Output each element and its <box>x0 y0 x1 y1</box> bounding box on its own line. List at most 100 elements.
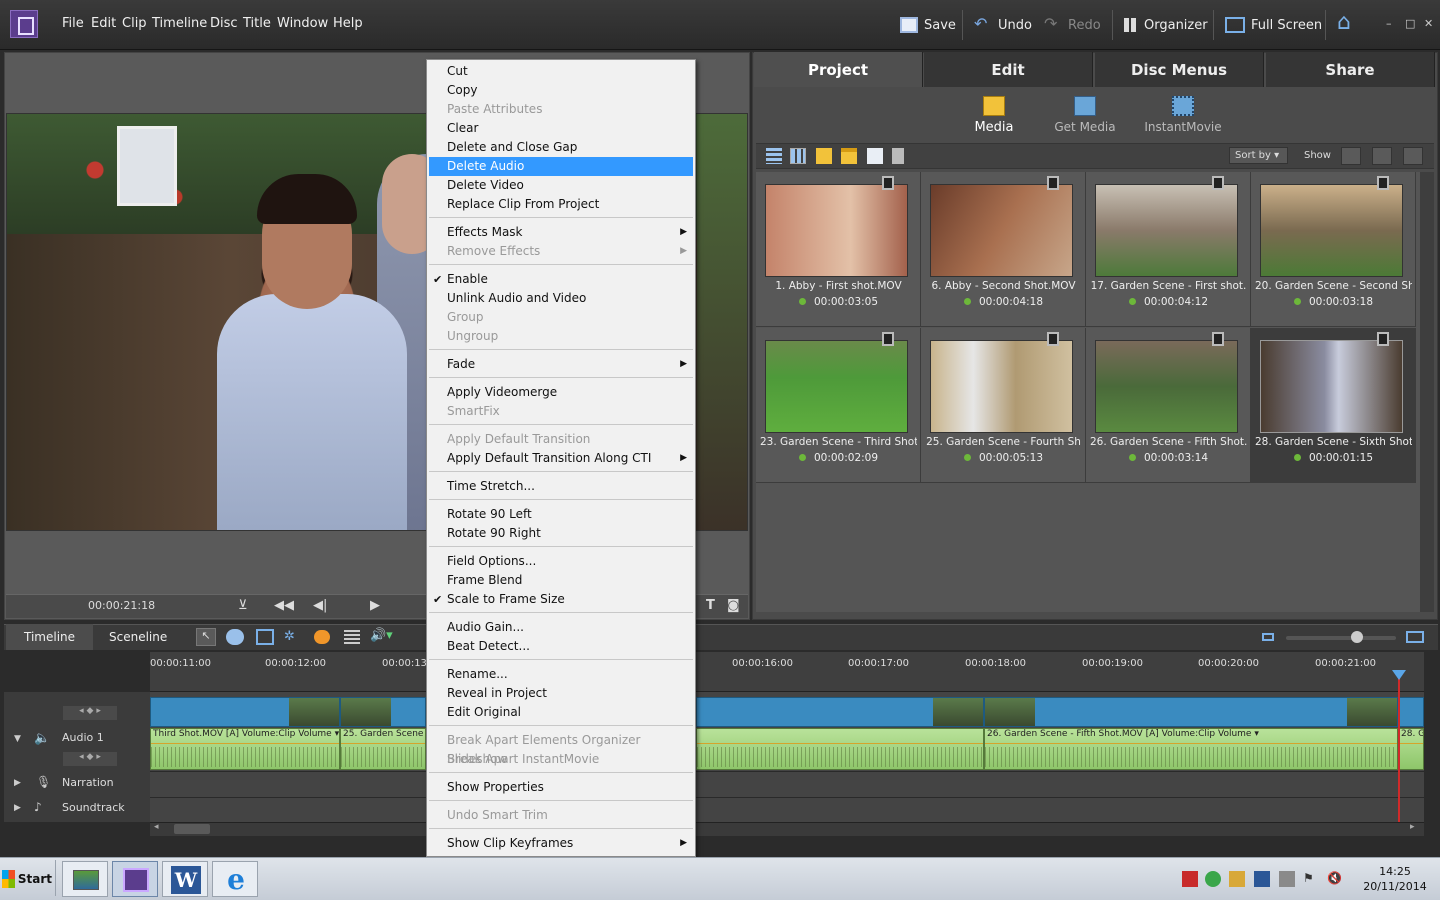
taskbar-app-internet-explorer[interactable]: e <box>212 861 258 897</box>
security-tray-icon[interactable] <box>1205 871 1221 887</box>
icon-view-icon[interactable] <box>790 148 806 164</box>
menu-delete-close-gap[interactable]: Delete and Close Gap <box>429 138 693 157</box>
menu-reveal-in-project[interactable]: Reveal in Project <box>429 684 693 703</box>
video-clip[interactable] <box>696 697 984 727</box>
timeline-scroll-thumb[interactable] <box>174 824 210 834</box>
menu-frame-blend[interactable]: Frame Blend <box>429 571 693 590</box>
audio-mixer-icon[interactable]: 🔊▾ <box>370 628 393 643</box>
menu-apply-default-transition-cti[interactable]: Apply Default Transition Along CTI ▶ <box>429 449 693 468</box>
menu-clear[interactable]: Clear <box>429 119 693 138</box>
tab-project[interactable]: Project <box>754 52 923 87</box>
zoom-in-icon[interactable] <box>1406 631 1424 643</box>
timeline-scrollbar[interactable] <box>150 822 1424 836</box>
zoom-slider[interactable] <box>1286 636 1396 640</box>
taskbar-app-word[interactable]: W <box>162 861 208 897</box>
media-item[interactable]: 26. Garden Scene - Fifth Shot. 00:00:03:… <box>1086 328 1251 483</box>
subtab-media[interactable]: Media <box>949 96 1039 135</box>
full-screen-button[interactable]: Full Screen <box>1225 14 1322 36</box>
start-button[interactable]: Start <box>2 862 52 896</box>
zoom-out-icon[interactable] <box>1262 633 1274 641</box>
minimize-icon[interactable]: – <box>1386 17 1392 30</box>
menu-cut[interactable]: Cut <box>429 62 693 81</box>
menu-rotate-right[interactable]: Rotate 90 Right <box>429 524 693 543</box>
smart-mix-icon[interactable] <box>314 630 330 644</box>
media-item[interactable]: 25. Garden Scene - Fourth Sh 00:00:05:13 <box>921 328 1086 483</box>
menu-clip[interactable]: Clip <box>122 16 147 31</box>
video-clip[interactable] <box>340 697 426 727</box>
menu-fade[interactable]: Fade ▶ <box>429 355 693 374</box>
network-device-tray-icon[interactable] <box>1254 871 1270 887</box>
media-item[interactable]: 23. Garden Scene - Third Shot 00:00:02:0… <box>756 328 921 483</box>
camera-snapshot-icon[interactable]: ◙ <box>727 598 740 613</box>
zoom-slider-thumb[interactable] <box>1351 631 1363 643</box>
tab-disc-menus[interactable]: Disc Menus <box>1095 52 1264 87</box>
menu-rotate-left[interactable]: Rotate 90 Left <box>429 505 693 524</box>
tab-edit[interactable]: Edit <box>924 52 1093 87</box>
audio-clip[interactable]: 28. G <box>1398 728 1424 770</box>
smartfix-icon[interactable]: ✲ <box>284 629 302 645</box>
rewind-icon[interactable]: ◀◀ <box>274 598 294 613</box>
menu-file[interactable]: File <box>62 16 84 31</box>
show-images-toggle-icon[interactable] <box>1403 147 1423 165</box>
menu-delete-video[interactable]: Delete Video <box>429 176 693 195</box>
tab-timeline[interactable]: Timeline <box>6 624 94 650</box>
system-clock[interactable]: 14:25 20/11/2014 <box>1352 864 1438 894</box>
menu-edit-original[interactable]: Edit Original <box>429 703 693 722</box>
media-item[interactable]: 6. Abby - Second Shot.MOV 00:00:04:18 <box>921 172 1086 327</box>
menu-effects-mask[interactable]: Effects Mask ▶ <box>429 223 693 242</box>
expand-track-icon[interactable]: ▶ <box>14 803 21 813</box>
acrobat-tray-icon[interactable] <box>1182 871 1198 887</box>
step-back-icon[interactable]: ◀| <box>313 598 327 613</box>
folder-up-icon[interactable] <box>816 148 832 164</box>
home-icon[interactable]: ⌂ <box>1337 12 1361 34</box>
menu-replace-clip[interactable]: Replace Clip From Project <box>429 195 693 214</box>
media-item[interactable]: 17. Garden Scene - First shot. 00:00:04:… <box>1086 172 1251 327</box>
organizer-button[interactable]: Organizer <box>1124 14 1208 36</box>
video-clip[interactable] <box>150 697 340 727</box>
menu-enable[interactable]: ✔ Enable <box>429 270 693 289</box>
show-audio-toggle-icon[interactable] <box>1372 147 1392 165</box>
new-folder-icon[interactable] <box>841 148 857 164</box>
audio-clip[interactable]: Third Shot.MOV [A] Volume:Clip Volume ▾ <box>150 728 340 770</box>
tab-sceneline[interactable]: Sceneline <box>91 624 185 650</box>
expand-track-icon[interactable]: ▶ <box>14 778 21 788</box>
display-tray-icon[interactable] <box>1279 871 1295 887</box>
redo-button[interactable]: ↷ Redo <box>1044 14 1101 36</box>
list-view-icon[interactable] <box>766 148 782 164</box>
menu-delete-audio[interactable]: Delete Audio <box>429 157 693 176</box>
monitor-timecode[interactable]: 00:00:21:18 <box>88 599 155 612</box>
media-scrollbar[interactable] <box>1420 172 1434 612</box>
menu-apply-videomerge[interactable]: Apply Videomerge <box>429 383 693 402</box>
taskbar-app-explorer[interactable] <box>62 861 108 897</box>
collapse-track-icon[interactable]: ▼ <box>14 734 21 744</box>
time-stretch-icon[interactable] <box>226 629 244 645</box>
menu-window[interactable]: Window <box>277 16 328 31</box>
scroll-left-icon[interactable]: ◂ <box>154 822 159 832</box>
save-button[interactable]: Save <box>900 14 956 36</box>
audio-clip[interactable] <box>696 728 984 770</box>
maximize-icon[interactable]: □ <box>1405 17 1415 30</box>
sort-by-dropdown[interactable]: Sort by ▾ <box>1229 147 1288 164</box>
media-item[interactable]: 1. Abby - First shot.MOV 00:00:03:05 <box>756 172 921 327</box>
menu-rename[interactable]: Rename... <box>429 665 693 684</box>
show-video-toggle-icon[interactable] <box>1341 147 1361 165</box>
menu-scale-to-frame[interactable]: ✔ Scale to Frame Size <box>429 590 693 609</box>
menu-beat-detect[interactable]: Beat Detect... <box>429 637 693 656</box>
mark-in-icon[interactable]: ⊻ <box>238 598 248 613</box>
keyframe-nav-controls[interactable]: ◂ ◆ ▸ <box>63 706 117 720</box>
subtab-get-media[interactable]: Get Media <box>1040 96 1130 134</box>
video-clip[interactable] <box>984 697 1398 727</box>
undo-button[interactable]: ↶ Undo <box>974 14 1032 36</box>
play-icon[interactable]: ▶ <box>370 598 380 613</box>
trash-icon[interactable] <box>892 148 904 164</box>
menu-title[interactable]: Title <box>243 16 271 31</box>
audio-clip[interactable]: 26. Garden Scene - Fifth Shot.MOV [A] Vo… <box>984 728 1398 770</box>
menu-show-clip-keyframes[interactable]: Show Clip Keyframes ▶ <box>429 834 693 853</box>
subtab-instantmovie[interactable]: InstantMovie <box>1138 96 1228 134</box>
media-item[interactable]: 20. Garden Scene - Second Sh 00:00:03:18 <box>1251 172 1416 327</box>
menu-timeline[interactable]: Timeline <box>152 16 207 31</box>
menu-time-stretch[interactable]: Time Stretch... <box>429 477 693 496</box>
properties-icon[interactable] <box>344 630 360 644</box>
selection-tool-icon[interactable]: ↖ <box>196 628 216 646</box>
volume-muted-icon[interactable]: 🔇 <box>1327 871 1343 887</box>
